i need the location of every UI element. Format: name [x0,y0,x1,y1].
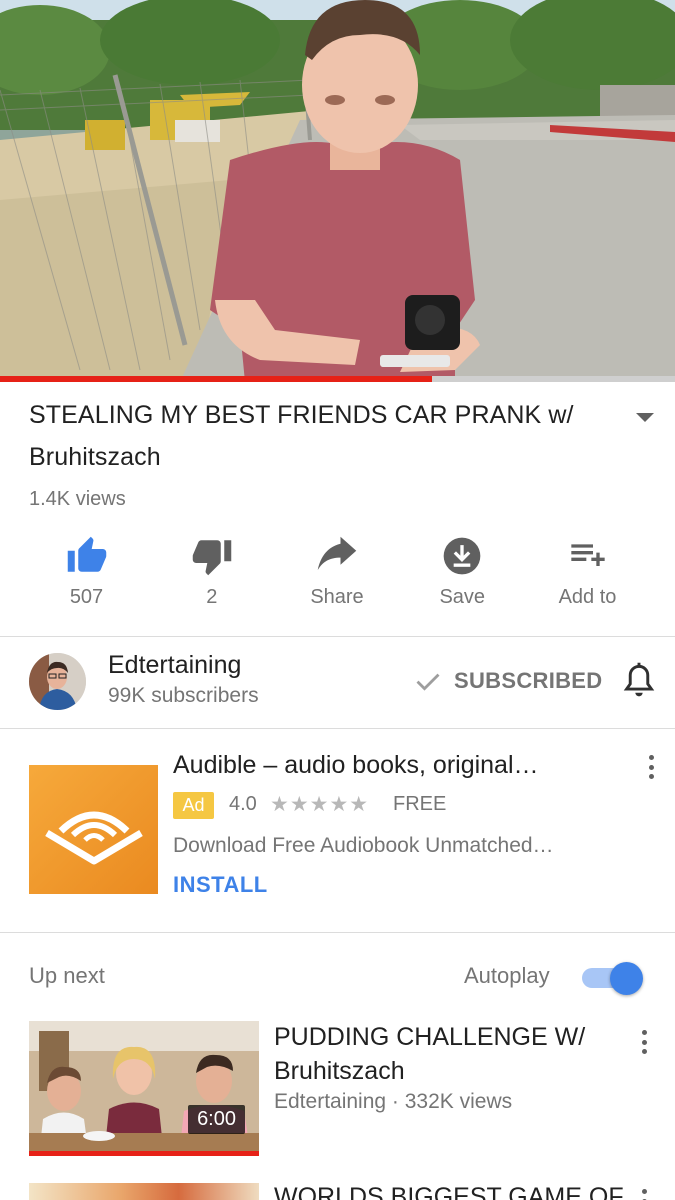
more-vert-icon[interactable] [636,1186,652,1200]
video-frame [0,0,675,382]
up-next-video-meta: Edtertaining · 332K views [274,1090,513,1113]
bell-icon[interactable] [621,662,657,700]
like-count: 507 [69,586,104,608]
audible-logo[interactable] [29,765,158,894]
subscribe-label: SUBSCRIBED [454,668,603,693]
download-icon [438,532,486,580]
ad-rating: 4.0 [229,793,257,815]
video-title: STEALING MY BEST FRIENDS CAR PRANK w/ Br… [29,401,574,471]
share-button[interactable]: Share [275,532,400,617]
video-title-block: STEALING MY BEST FRIENDS CAR PRANK w/ Br… [29,394,619,478]
divider [0,636,675,637]
chevron-down-icon[interactable] [633,405,657,429]
up-next-video-title[interactable]: PUDDING CHALLENGE W/ Bruhitszach [274,1020,604,1088]
thumbnail-image [29,1021,259,1156]
view-count: 1.4K views [29,488,126,510]
up-next-heading: Up next [29,963,105,988]
video-player[interactable] [0,0,675,382]
channel-name[interactable]: Edtertaining [108,651,241,680]
ad-title[interactable]: Audible – audio books, original… [173,751,539,780]
up-next-video-title[interactable]: WORLDS BIGGEST GAME OF [274,1183,624,1200]
share-label: Share [310,586,364,608]
ad-badge: Ad [173,792,214,819]
divider [0,728,675,729]
add-to-playlist-icon [564,532,612,580]
divider [0,932,675,933]
autoplay-label: Autoplay [464,963,550,988]
watched-progress-bar [29,1151,259,1156]
ad-price: FREE [393,793,447,815]
thumbs-down-icon [188,532,236,580]
like-button[interactable]: 507 [24,532,149,617]
subscriber-count: 99K subscribers [108,684,259,707]
progress-bar[interactable] [0,376,675,382]
progress-bar-fill [0,376,432,382]
install-button[interactable]: INSTALL [173,872,268,898]
avatar[interactable] [29,653,86,710]
save-button[interactable]: Save [400,532,525,617]
dislike-button[interactable]: 2 [149,532,274,617]
save-label: Save [439,586,486,608]
toggle-knob [610,962,643,995]
ad-description: Download Free Audiobook Unmatched… [173,834,554,857]
more-vert-icon[interactable] [636,1027,652,1057]
action-bar: 507 2 Share Save Add to [24,532,650,617]
add-to-button[interactable]: Add to [525,532,650,617]
thumbs-up-icon [63,532,111,580]
autoplay-toggle[interactable] [580,962,646,995]
video-duration: 6:00 [188,1105,245,1134]
more-vert-icon[interactable] [643,752,659,782]
share-icon [313,532,361,580]
checkmark-icon [416,673,440,691]
video-thumbnail[interactable]: 6:00 [29,1021,259,1156]
subscribe-button[interactable]: SUBSCRIBED [414,664,602,698]
dislike-count: 2 [206,586,218,608]
star-rating-icon: ★★★★★ [270,793,370,816]
add-to-label: Add to [558,586,617,608]
video-thumbnail[interactable] [29,1183,259,1200]
